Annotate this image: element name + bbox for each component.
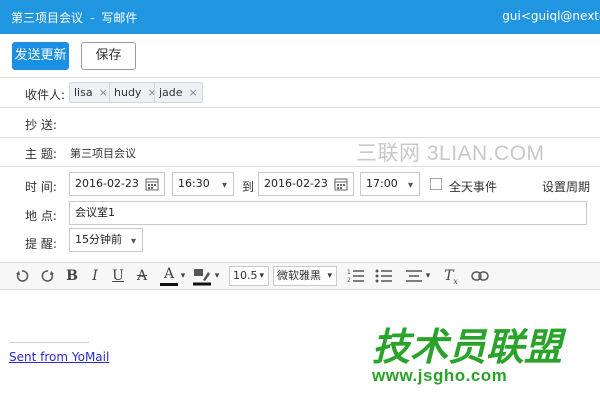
highlight-icon[interactable] [192, 266, 212, 286]
save-button[interactable]: 保存 [81, 42, 136, 70]
start-time-select[interactable]: 16:30 ▾ [172, 172, 234, 196]
font-size-select[interactable]: 10.5 ▾ [229, 266, 269, 286]
send-update-button[interactable]: 发送更新 [12, 42, 69, 70]
subject-input[interactable]: 第三项目会议 [70, 145, 136, 161]
chevron-down-icon[interactable]: ▾ [213, 266, 221, 286]
chevron-down-icon: ▾ [327, 271, 332, 281]
cc-input[interactable] [66, 112, 586, 136]
divider [0, 107, 600, 108]
unordered-list-icon[interactable] [375, 266, 393, 286]
remove-recipient-icon[interactable]: × [99, 86, 108, 99]
undo-icon[interactable] [14, 266, 30, 286]
reminder-label: 提 醒: [25, 237, 57, 251]
recipient-chip[interactable]: jade × [154, 82, 203, 103]
svg-text:1: 1 [347, 269, 351, 276]
subject-label: 主 题: [25, 147, 57, 161]
clear-format-glyph: T [444, 268, 454, 284]
start-time-value: 16:30 [178, 177, 210, 190]
signature-divider [9, 342, 89, 343]
chevron-down-icon[interactable]: ▾ [424, 266, 432, 286]
all-day-checkbox[interactable] [430, 178, 442, 190]
signature-link[interactable]: Sent from YoMail [9, 350, 109, 364]
chevron-down-icon[interactable]: ▾ [179, 266, 187, 286]
font-color-button[interactable]: A [160, 266, 178, 286]
recipient-chip[interactable]: lisa × [69, 82, 113, 103]
all-day-label: 全天事件 [449, 180, 498, 194]
align-icon[interactable] [405, 266, 423, 286]
watermark-text: 三联网 3LIAN.COM [356, 142, 545, 165]
italic-button[interactable]: I [88, 266, 102, 286]
recipient-name: lisa [74, 86, 93, 99]
watermark-logo: 技术员联盟 www.jsgho.com [372, 325, 563, 386]
ordered-list-icon[interactable]: 12 [347, 266, 365, 286]
end-date-input[interactable]: 2016-02-23 [258, 172, 354, 196]
recurrence-link[interactable]: 设置周期 [542, 178, 590, 195]
recipient-name: hudy [114, 86, 142, 99]
calendar-icon[interactable] [334, 177, 348, 191]
font-size-value: 10.5 [233, 269, 258, 282]
start-date-value: 2016-02-23 [75, 177, 139, 190]
recipients-label: 收件人: [25, 88, 66, 102]
title-subject: 第三项目会议 [11, 11, 84, 25]
reminder-select[interactable]: 15分钟前 ▾ [69, 228, 143, 252]
strikethrough-button[interactable]: A [134, 266, 150, 286]
end-date-value: 2016-02-23 [264, 177, 328, 190]
account-label[interactable]: gui<guiql@nexted [502, 9, 600, 23]
title-bar: 第三项目会议-写邮件 gui<guiql@nexted [0, 0, 600, 34]
font-family-select[interactable]: 微软雅黑 ▾ [273, 266, 337, 286]
logo-url: www.jsgho.com [372, 366, 508, 385]
end-time-select[interactable]: 17:00 ▾ [360, 172, 420, 196]
logo-text: 技术员联盟 [372, 325, 563, 369]
chevron-down-icon: ▾ [130, 236, 136, 247]
chevron-down-icon: ▾ [221, 180, 227, 191]
time-label: 时 间: [25, 180, 57, 194]
divider [0, 77, 600, 78]
chevron-down-icon: ▾ [259, 271, 264, 281]
svg-text:2: 2 [347, 277, 351, 284]
recipient-name: jade [159, 86, 183, 99]
title-mode: 写邮件 [101, 11, 138, 25]
calendar-icon[interactable] [145, 177, 159, 191]
location-label: 地 点: [25, 209, 57, 223]
reminder-value: 15分钟前 [75, 233, 122, 246]
location-input[interactable]: 会议室1 [69, 201, 587, 225]
title-separator: - [90, 11, 95, 25]
remove-recipient-icon[interactable]: × [189, 86, 198, 99]
redo-icon[interactable] [40, 266, 56, 286]
divider [0, 166, 600, 167]
format-toolbar: B I U A A ▾ ▾ 10.5 ▾ 微软雅黑 ▾ 12 ▾ Tx [0, 262, 600, 290]
font-family-value: 微软雅黑 [277, 269, 321, 282]
chevron-down-icon: ▾ [407, 180, 413, 191]
clear-format-button[interactable]: Tx [443, 266, 459, 286]
bold-button[interactable]: B [64, 266, 80, 286]
start-date-input[interactable]: 2016-02-23 [69, 172, 165, 196]
cc-label: 抄 送: [25, 118, 57, 132]
window-title: 第三项目会议 - 写邮件 [11, 9, 137, 26]
link-icon[interactable] [470, 266, 490, 286]
end-time-value: 17:00 [366, 177, 398, 190]
underline-button[interactable]: U [110, 266, 126, 286]
to-label: 到 [242, 180, 255, 194]
